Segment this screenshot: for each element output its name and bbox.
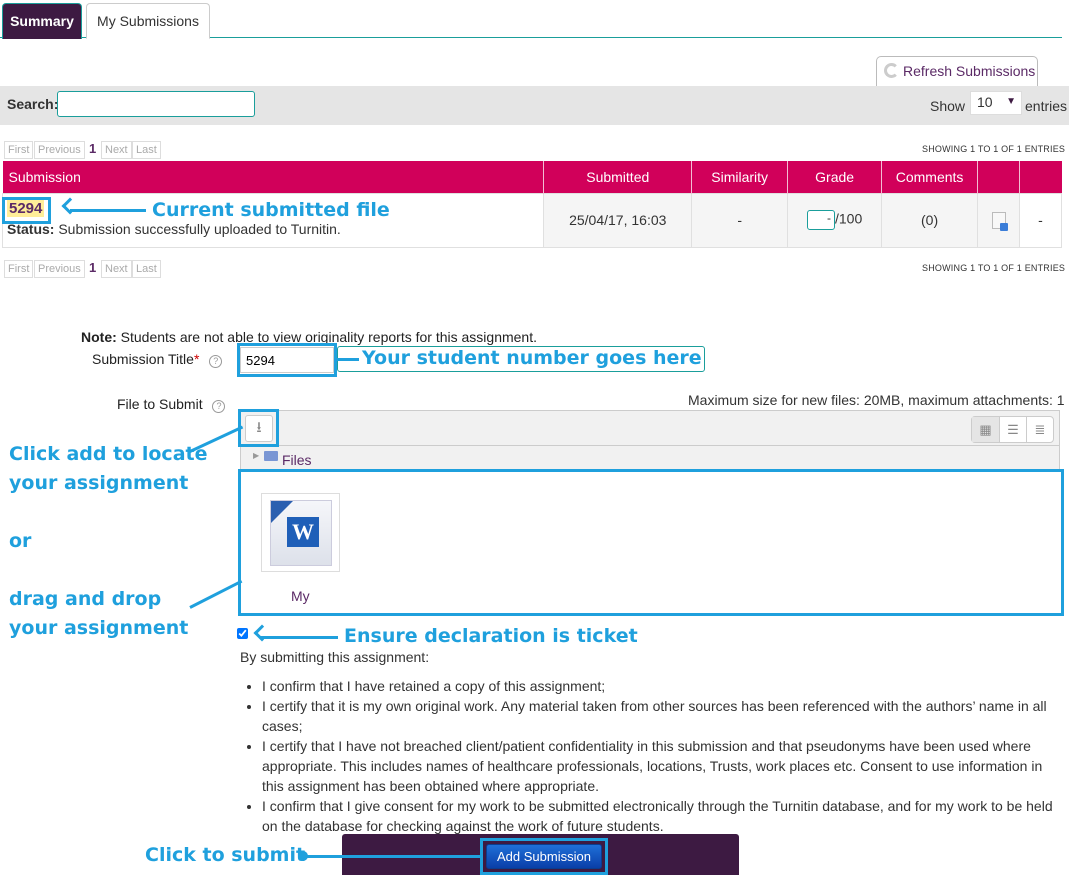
- comments-cell[interactable]: (0): [881, 192, 979, 248]
- pager-current[interactable]: 1: [86, 260, 100, 278]
- annotation-drag-2: your assignment: [9, 617, 189, 639]
- folder-icon: [264, 451, 278, 461]
- file-to-submit-text: File to Submit: [117, 396, 203, 412]
- similarity-cell: -: [691, 192, 789, 248]
- download-cell: [977, 192, 1020, 248]
- declaration-item: I confirm that I give consent for my wor…: [262, 796, 1065, 836]
- pager-next[interactable]: Next: [101, 141, 132, 159]
- pager-previous[interactable]: Previous: [34, 141, 85, 159]
- filepicker-toolbar: ⭳ ▦ ☰ ≣: [240, 410, 1060, 446]
- tab-summary[interactable]: Summary: [2, 3, 82, 39]
- col-extra: [1019, 161, 1062, 193]
- grid-view-icon[interactable]: ▦: [972, 417, 999, 442]
- tab-my-submissions[interactable]: My Submissions: [86, 3, 210, 39]
- grade-max: /100: [834, 210, 863, 227]
- list-view-icon[interactable]: ☰: [999, 417, 1026, 442]
- annotation-drag-1: drag and drop: [9, 588, 162, 610]
- status-text: Submission successfully uploaded to Turn…: [58, 220, 341, 237]
- table-controls: Search: Show 10 ▼ entries: [0, 86, 1069, 125]
- declaration-checkbox[interactable]: [237, 628, 248, 639]
- pager-last[interactable]: Last: [132, 260, 161, 278]
- annotation-connector-submit: [302, 855, 482, 858]
- annotation-click-submit: Click to submit: [145, 844, 306, 866]
- annotation-connector: [337, 358, 359, 361]
- refresh-submissions-button[interactable]: Refresh Submissions: [876, 56, 1038, 87]
- extra-cell: -: [1019, 192, 1062, 248]
- help-icon[interactable]: ?: [212, 400, 226, 413]
- page-length-select[interactable]: 10 ▼: [970, 91, 1022, 115]
- file-to-submit-label: File to Submit ?: [117, 396, 226, 413]
- files-path-label[interactable]: Files: [282, 452, 312, 468]
- view-mode-toggle: ▦ ☰ ≣: [971, 416, 1054, 443]
- pager-last[interactable]: Last: [132, 141, 161, 159]
- pager-top: First Previous 1 Next Last: [4, 141, 204, 159]
- show-label: Show: [930, 98, 966, 114]
- annotation-declaration: Ensure declaration is ticket: [344, 625, 638, 647]
- pager-next[interactable]: Next: [101, 260, 132, 278]
- grade-value: -: [826, 211, 831, 225]
- showing-info-top: SHOWING 1 TO 1 OF 1 ENTRIES: [922, 144, 1066, 154]
- annotation-current-file: Current submitted file: [152, 199, 390, 221]
- annotation-highlight-submit: [480, 838, 608, 875]
- annotation-click-add-1: Click add to locate: [9, 443, 208, 465]
- annotation-highlight-title: [237, 343, 337, 377]
- submitted-cell: 25/04/17, 16:03: [543, 192, 693, 248]
- col-download: [977, 161, 1020, 193]
- showing-info-bottom: SHOWING 1 TO 1 OF 1 ENTRIES: [922, 263, 1066, 273]
- declaration-item: I certify that it is my own original wor…: [262, 696, 1065, 736]
- annotation-connector-drop: [189, 579, 243, 609]
- search-input[interactable]: [57, 91, 255, 117]
- col-submitted[interactable]: Submitted: [543, 161, 693, 193]
- pager-first[interactable]: First: [4, 260, 34, 278]
- note-label: Note:: [81, 329, 117, 345]
- annotation-or: or: [9, 530, 32, 552]
- annotation-student-number: Your student number goes here: [362, 347, 702, 369]
- entries-label: entries: [1025, 98, 1068, 114]
- search-label: Search:: [7, 96, 59, 112]
- grade-field[interactable]: -: [806, 210, 835, 230]
- submission-title-label: Submission Title* ?: [92, 351, 223, 368]
- annotation-arrow-line: [70, 209, 146, 212]
- annotation-click-add-2: your assignment: [9, 472, 189, 494]
- declaration-item: I certify that I have not breached clien…: [262, 736, 1065, 796]
- pager-previous[interactable]: Previous: [34, 260, 85, 278]
- tab-bar: Summary My Submissions: [0, 0, 1062, 39]
- pager-current[interactable]: 1: [86, 141, 100, 159]
- annotation-arrow-line: [260, 636, 338, 639]
- col-submission[interactable]: Submission: [2, 161, 545, 193]
- help-icon[interactable]: ?: [209, 355, 223, 368]
- page-length-value: 10: [977, 94, 993, 110]
- pager-bottom: First Previous 1 Next Last: [4, 260, 204, 278]
- annotation-highlight-add: [238, 409, 279, 447]
- annotation-highlight-submission: [2, 197, 51, 224]
- tree-view-icon[interactable]: ≣: [1026, 417, 1053, 442]
- table-header-row: Submission Submitted Similarity Grade Co…: [2, 161, 1062, 193]
- max-size-info: Maximum size for new files: 20MB, maximu…: [688, 392, 1065, 408]
- download-file-icon[interactable]: [991, 211, 1008, 231]
- declaration-intro: By submitting this assignment:: [240, 649, 430, 665]
- expand-triangle-icon[interactable]: ▶: [253, 451, 259, 460]
- submission-title-text: Submission Title: [92, 351, 194, 367]
- declaration-list: I confirm that I have retained a copy of…: [240, 676, 1065, 836]
- required-mark: *: [193, 351, 200, 367]
- declaration-item: I confirm that I have retained a copy of…: [262, 676, 1065, 696]
- annotation-highlight-dropzone: [238, 469, 1064, 616]
- grade-cell: -/100: [787, 192, 883, 248]
- col-comments[interactable]: Comments: [881, 161, 979, 193]
- chevron-down-icon: ▼: [1006, 96, 1016, 107]
- refresh-icon: [884, 63, 899, 78]
- col-similarity[interactable]: Similarity: [691, 161, 789, 193]
- refresh-label: Refresh Submissions: [903, 63, 1036, 79]
- col-grade[interactable]: Grade: [787, 161, 883, 193]
- pager-first[interactable]: First: [4, 141, 34, 159]
